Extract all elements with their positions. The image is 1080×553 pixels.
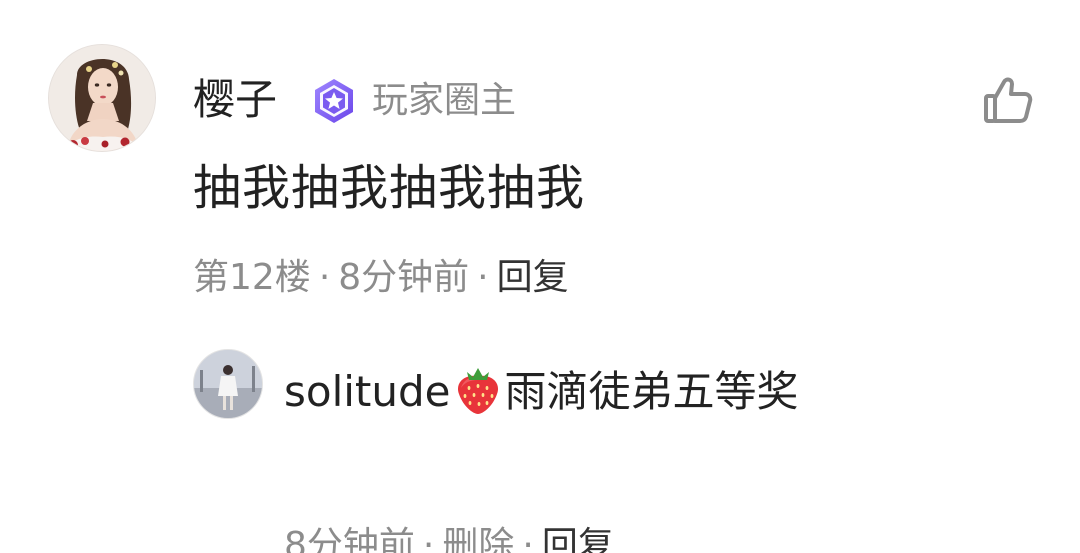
reply-text: 雨滴徒弟五等奖 bbox=[504, 367, 799, 416]
timestamp: 8分钟前 bbox=[338, 257, 470, 298]
separator: · bbox=[422, 525, 435, 553]
badge-label: 玩家圈主 bbox=[372, 80, 517, 121]
reply-button[interactable]: 回复 bbox=[497, 257, 569, 298]
strawberry-icon bbox=[453, 364, 503, 416]
reply-content: solitude 雨滴徒弟五等奖 bbox=[284, 356, 804, 428]
reply-timestamp: 8分钟前 bbox=[284, 525, 415, 553]
comment-meta: 第12楼 · 8分钟前 · 回复 bbox=[193, 252, 569, 304]
separator: · bbox=[477, 257, 489, 298]
reply-username[interactable]: solitude bbox=[284, 367, 451, 416]
thumbs-up-icon[interactable] bbox=[982, 74, 1034, 126]
avatar[interactable] bbox=[48, 44, 156, 152]
username[interactable]: 樱子 bbox=[193, 70, 277, 130]
reply-meta: 8分钟前 · 删除 · 回复 bbox=[284, 520, 614, 553]
floor-number: 第12楼 bbox=[193, 257, 311, 298]
comment-thread: 樱子 玩家圈主 抽我抽我抽我抽我 第12楼 · 8分钟前 · 回复 solitu… bbox=[0, 0, 1080, 553]
avatar-image bbox=[49, 45, 155, 151]
separator: · bbox=[522, 525, 534, 553]
comment-text: 抽我抽我抽我抽我 bbox=[193, 160, 586, 216]
separator: · bbox=[318, 257, 331, 298]
purple-star-shield-icon bbox=[310, 77, 358, 125]
reply-avatar-image bbox=[194, 350, 262, 418]
reply-avatar[interactable] bbox=[193, 349, 263, 419]
delete-button[interactable]: 删除 bbox=[442, 525, 514, 553]
reply-button[interactable]: 回复 bbox=[542, 525, 614, 553]
